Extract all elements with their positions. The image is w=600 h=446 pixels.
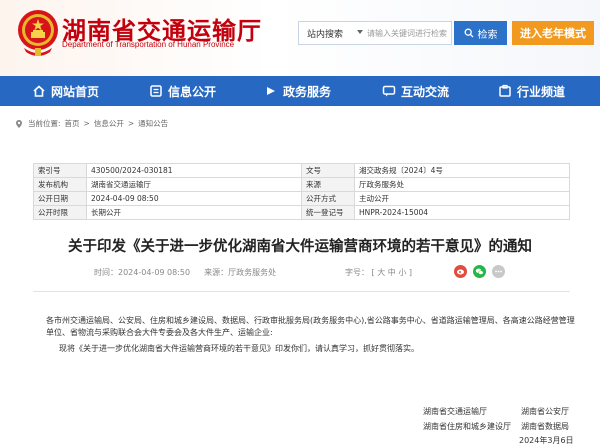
- period-value: 长期公开: [86, 205, 302, 220]
- nav-item-channel[interactable]: 行业频道: [498, 76, 565, 106]
- search-input[interactable]: [367, 23, 451, 43]
- share-bar: [454, 265, 505, 278]
- site-header: 湖南省交通运输厅 Department of Transportation of…: [0, 0, 600, 76]
- article-paragraph-1: 各市州交通运输局、公安局、住房和城乡建设局、数据局、行政审批服务局(政务服务中心…: [46, 316, 575, 337]
- search-scope-select[interactable]: 站内搜索: [307, 27, 343, 40]
- date-value: 2024-04-09 08:50: [86, 191, 302, 206]
- period-label: 公开时限: [33, 205, 87, 220]
- search-icon: [464, 28, 473, 38]
- service-icon: [267, 87, 275, 95]
- time-label: 时间：: [94, 268, 118, 277]
- source-value: 厅政务服务处: [354, 177, 570, 192]
- code-value: HNPR-2024-15004: [354, 205, 570, 220]
- table-row: 索引号 430500/2024-030181 文号 湘交政务规〔2024〕4号: [33, 163, 570, 178]
- font-large-button[interactable]: 大: [377, 268, 385, 277]
- article-meta: 时间： 2024-04-09 08:50 来源： 厅政务服务处: [94, 267, 276, 278]
- doc-no-label: 文号: [301, 163, 355, 178]
- font-medium-button[interactable]: 中: [388, 268, 396, 277]
- publisher-value: 湖南省交通运输厅: [86, 177, 302, 192]
- method-value: 主动公开: [354, 191, 570, 206]
- font-size-control: 字号： [ 大 中 小 ]: [345, 267, 412, 278]
- table-row: 公开时限 长期公开 统一登记号 HNPR-2024-15004: [33, 205, 570, 220]
- share-more-icon[interactable]: [492, 265, 505, 278]
- publisher-label: 发布机构: [33, 177, 87, 192]
- time-value: 2024-04-09 08:50: [118, 268, 191, 277]
- weibo-share-icon[interactable]: [454, 265, 467, 278]
- breadcrumb-prefix: 当前位置:: [28, 119, 61, 128]
- article-title: 关于印发《关于进一步优化湖南省大件运输营商环境的若干意见》的通知: [68, 239, 532, 255]
- info-icon: [150, 85, 162, 97]
- content-divider: [33, 291, 570, 292]
- site-subtitle: Department of Transportation of Hunan Pr…: [62, 40, 235, 49]
- article-paragraph-2: 现将《关于进一步优化湖南省大件运输营商环境的若干意见》印发你们，请认真学习，抓好…: [59, 344, 419, 353]
- breadcrumb-link-notice[interactable]: 通知公告: [138, 118, 168, 129]
- table-row: 发布机构 湖南省交通运输厅 来源 厅政务服务处: [33, 177, 570, 192]
- document-info-table: 索引号 430500/2024-030181 文号 湘交政务规〔2024〕4号 …: [33, 163, 570, 220]
- doc-no-value: 湘交政务规〔2024〕4号: [354, 163, 570, 178]
- nav-item-service[interactable]: 政务服务: [264, 76, 331, 106]
- nav-item-label: 行业频道: [517, 84, 566, 99]
- method-label: 公开方式: [301, 191, 355, 206]
- source-label: 来源：: [204, 268, 229, 277]
- signature-housing-dept: 湖南省住房和城乡建设厅: [423, 422, 511, 431]
- index-value: 430500/2024-030181: [86, 163, 302, 178]
- font-size-label: 字号：: [345, 268, 369, 277]
- chat-icon: [382, 85, 396, 97]
- elder-mode-button[interactable]: 进入老年模式: [512, 21, 594, 45]
- search-box: 站内搜索: [298, 21, 452, 45]
- date-label: 公开日期: [33, 191, 87, 206]
- signature-public-security: 湖南省公安厅: [521, 407, 569, 416]
- index-label: 索引号: [33, 163, 87, 178]
- breadcrumb-link-info[interactable]: 信息公开: [94, 118, 124, 129]
- breadcrumb-separator: >: [127, 119, 135, 128]
- wechat-share-icon[interactable]: [473, 265, 486, 278]
- signature-data-bureau: 湖南省数据局: [521, 422, 569, 431]
- bracket-close: ]: [406, 268, 412, 277]
- signature-date: 2024年3月6日: [519, 436, 574, 445]
- nav-item-home[interactable]: 网站首页: [32, 76, 99, 106]
- nav-item-info[interactable]: 信息公开: [149, 76, 216, 106]
- channel-icon: [499, 84, 511, 97]
- code-label: 统一登记号: [301, 205, 355, 220]
- nav-item-label: 网站首页: [51, 84, 100, 99]
- breadcrumb-separator: >: [83, 119, 90, 128]
- main-nav: 网站首页 信息公开 政务服务 互动交流 行业频道: [0, 76, 600, 106]
- search-button[interactable]: 检索: [454, 21, 507, 45]
- breadcrumb-link-home[interactable]: 首页: [65, 118, 80, 129]
- location-pin-icon: [16, 119, 22, 128]
- source-value: 厅政务服务处: [228, 268, 277, 277]
- nav-item-label: 互动交流: [401, 84, 450, 99]
- national-emblem-icon[interactable]: [16, 8, 60, 58]
- home-icon: [33, 85, 45, 97]
- nav-item-label: 政务服务: [283, 84, 332, 99]
- nav-item-interaction[interactable]: 互动交流: [382, 76, 449, 106]
- source-label: 来源: [301, 177, 355, 192]
- table-row: 公开日期 2024-04-09 08:50 公开方式 主动公开: [33, 191, 570, 206]
- chevron-down-icon[interactable]: [357, 30, 363, 34]
- nav-item-label: 信息公开: [168, 84, 217, 99]
- search-button-label: 检索: [477, 29, 498, 41]
- signature-transport-dept: 湖南省交通运输厅: [423, 407, 487, 416]
- breadcrumb: 当前位置: 首页 > 信息公开 > 通知公告: [14, 118, 168, 129]
